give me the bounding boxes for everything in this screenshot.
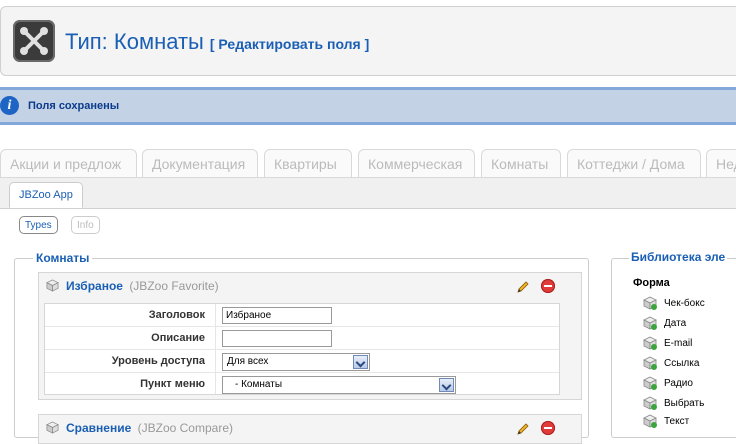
library-item-label: Чек-бокс	[664, 298, 705, 309]
message-bar: i Поля сохранены	[0, 87, 736, 125]
tab-rooms[interactable]: Комнаты	[481, 149, 561, 177]
menu-item-select-value: - Комнаты	[235, 379, 283, 390]
delete-icon[interactable]	[541, 421, 555, 435]
tab-jbzoo-app[interactable]: JBZoo App	[9, 182, 83, 208]
library-group-form: Форма	[633, 277, 670, 289]
type-tabs: Акции и предлож Документация Квартиры Ко…	[0, 149, 736, 177]
page-title: Тип: Комнаты [ Редактировать поля ]	[65, 29, 369, 55]
delete-icon[interactable]	[541, 279, 555, 293]
element-name: Сравнение	[66, 421, 132, 435]
title-label: Заголовок	[148, 309, 205, 321]
element-header[interactable]: Сравнение (JBZoo Compare)	[39, 415, 581, 441]
title-input[interactable]	[222, 307, 332, 324]
element-name: Избраное	[66, 279, 123, 293]
row-divider	[45, 372, 559, 373]
message-text: Поля сохранены	[28, 100, 120, 112]
tab-documentation[interactable]: Документация	[142, 149, 258, 177]
info-icon: i	[0, 96, 19, 115]
page-header: Тип: Комнаты [ Редактировать поля ]	[0, 6, 736, 76]
element-favorite: Избраное (JBZoo Favorite) Заголовок Опис…	[38, 272, 582, 400]
element-config-table: Заголовок Описание Уровень доступа Для в…	[44, 303, 560, 395]
element-type: (JBZoo Compare)	[137, 421, 233, 435]
access-select[interactable]: Для всех	[222, 353, 370, 371]
joomla-logo-icon	[13, 20, 55, 62]
element-add-icon	[643, 376, 657, 390]
tab-commercial[interactable]: Коммерческая	[358, 149, 475, 177]
library-item-label: Ссылка	[664, 358, 700, 369]
menu-item-label: Пункт меню	[140, 378, 205, 390]
element-header[interactable]: Избраное (JBZoo Favorite)	[39, 273, 581, 299]
tab-apartments[interactable]: Квартиры	[264, 149, 352, 177]
library-item-label: E-mail	[664, 338, 693, 349]
tab-more[interactable]: Нед	[706, 149, 736, 177]
element-title: Сравнение (JBZoo Compare)	[66, 421, 233, 435]
library-item-label: Радио	[664, 378, 693, 389]
info-button[interactable]: Info	[71, 216, 100, 234]
element-type: (JBZoo Favorite)	[129, 279, 219, 293]
panel-legend: Комнаты	[33, 251, 93, 265]
tab-promo[interactable]: Акции и предлож	[0, 149, 137, 177]
types-button[interactable]: Types	[19, 216, 58, 234]
chevron-down-icon	[353, 355, 368, 369]
element-cube-icon	[46, 421, 59, 434]
edit-fields-link[interactable]: [ Редактировать поля ]	[210, 36, 369, 52]
element-cube-icon	[46, 279, 59, 292]
app-subbar: JBZoo App	[0, 177, 736, 209]
element-add-icon	[643, 356, 657, 370]
access-select-value: Для всех	[227, 356, 269, 367]
library-item-label: Текст	[664, 416, 690, 427]
edit-pencil-icon[interactable]	[515, 421, 531, 437]
description-label: Описание	[151, 332, 205, 344]
chevron-down-icon	[439, 378, 454, 392]
element-title: Избраное (JBZoo Favorite)	[66, 279, 219, 293]
access-label: Уровень доступа	[111, 355, 205, 367]
library-item-label: Выбрать	[664, 398, 705, 409]
page-title-text: Тип: Комнаты	[65, 29, 204, 54]
type-fields-panel: Комнаты Избраное (JBZoo Favorite) Заголо…	[14, 251, 589, 444]
element-add-icon	[643, 336, 657, 350]
tab-cottages[interactable]: Коттеджи / Дома	[567, 149, 701, 177]
menu-item-select[interactable]: - Комнаты	[222, 376, 456, 394]
row-divider	[45, 326, 559, 327]
element-add-icon	[643, 316, 657, 330]
library-item-label: Дата	[664, 318, 687, 329]
element-compare: Сравнение (JBZoo Compare)	[38, 414, 582, 444]
description-input[interactable]	[222, 330, 332, 347]
element-add-icon	[643, 296, 657, 310]
element-add-icon	[643, 396, 657, 410]
library-title: Библиотека эле	[629, 250, 728, 264]
edit-pencil-icon[interactable]	[515, 279, 531, 295]
row-divider	[45, 349, 559, 350]
